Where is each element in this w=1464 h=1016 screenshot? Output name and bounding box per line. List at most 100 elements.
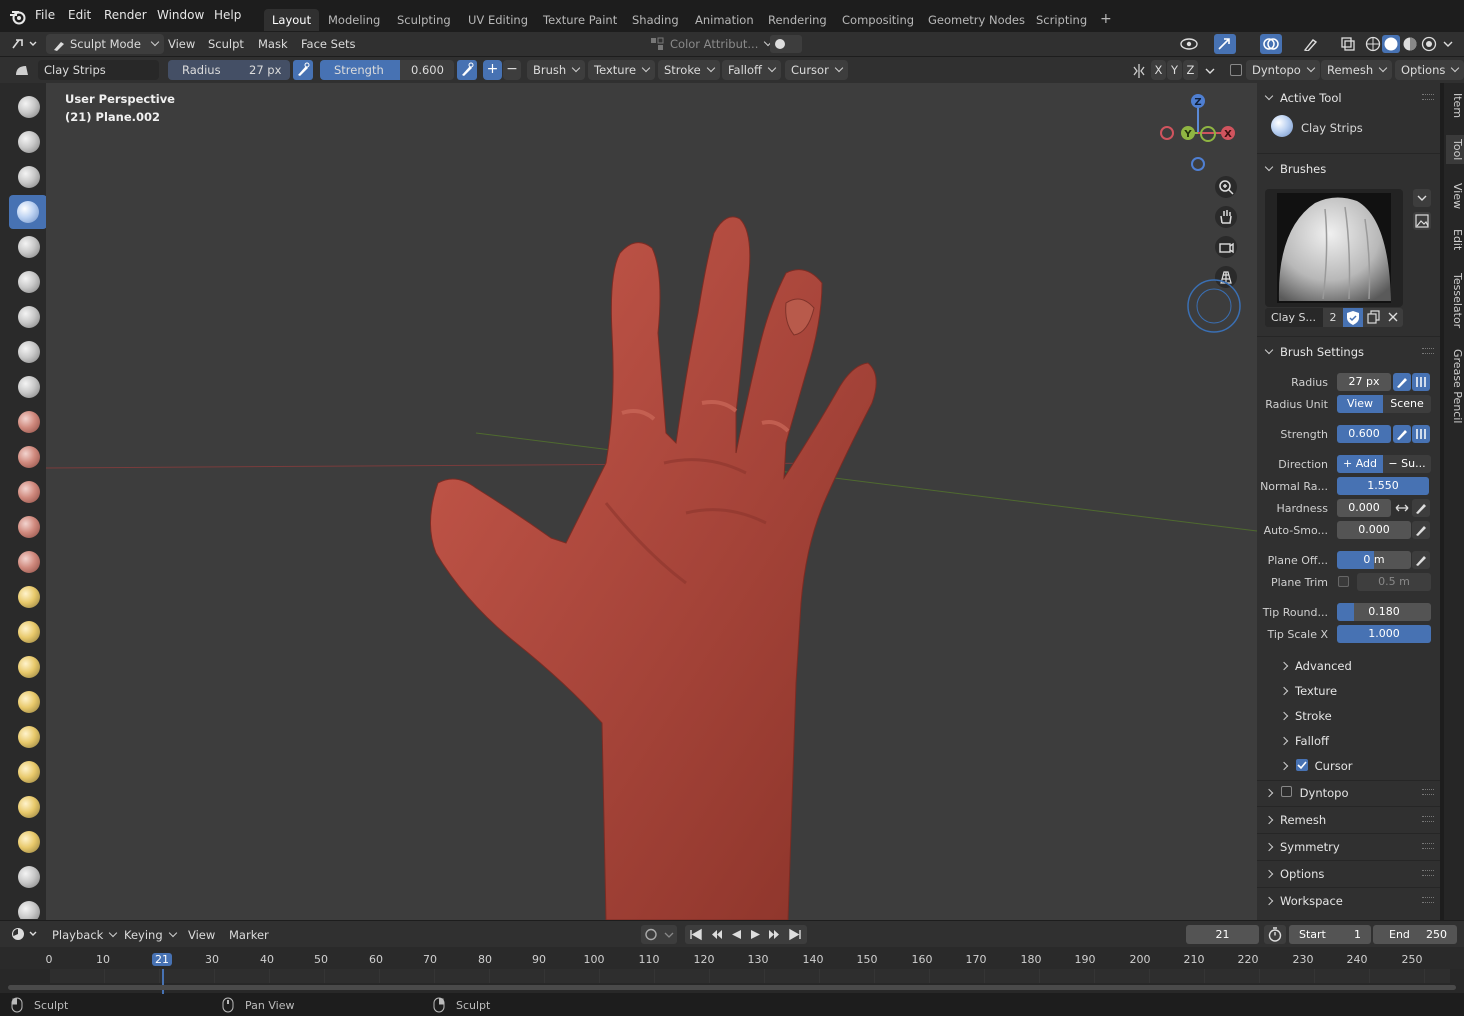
zoom-button[interactable] bbox=[1215, 176, 1237, 198]
navigation-gizmo[interactable]: Z X Y bbox=[1151, 91, 1243, 183]
direction-add-toggle[interactable]: + Add bbox=[1337, 455, 1383, 473]
brush-slot-name-field[interactable]: Clay S... bbox=[1265, 308, 1323, 327]
symmetry-x-button[interactable]: X bbox=[1151, 60, 1166, 80]
strength-setting-jitter[interactable] bbox=[1412, 425, 1430, 443]
cursor-checkbox[interactable] bbox=[1296, 759, 1308, 771]
color-attribute-toggle[interactable] bbox=[770, 35, 802, 53]
menu-window[interactable]: Window bbox=[157, 8, 204, 22]
section-symmetry[interactable]: Symmetry bbox=[1266, 840, 1340, 854]
preview-range-toggle[interactable] bbox=[1264, 925, 1286, 944]
end-frame-field[interactable]: End 250 bbox=[1373, 925, 1457, 944]
tab-animation[interactable]: Animation bbox=[687, 9, 762, 31]
panel-grip-icon[interactable] bbox=[1422, 897, 1434, 903]
tool-blob[interactable] bbox=[10, 335, 46, 369]
panel-grip-icon[interactable] bbox=[1422, 789, 1434, 795]
stroke-dropdown[interactable]: Stroke bbox=[658, 60, 720, 80]
brush-settings-header[interactable]: Brush Settings bbox=[1266, 345, 1364, 359]
sidebar-tab-item[interactable]: Item bbox=[1446, 89, 1464, 122]
panel-grip-icon[interactable] bbox=[1422, 870, 1434, 876]
strength-setting-pressure[interactable] bbox=[1393, 425, 1411, 443]
tab-compositing[interactable]: Compositing bbox=[834, 9, 922, 31]
tab-layout[interactable]: Layout bbox=[264, 9, 320, 31]
view-menu[interactable]: View bbox=[168, 37, 195, 51]
playback-menu[interactable]: Playback bbox=[52, 928, 116, 942]
subsection-advanced[interactable]: Advanced bbox=[1281, 659, 1352, 673]
strength-pressure-toggle[interactable] bbox=[457, 60, 477, 80]
tool-pose[interactable] bbox=[10, 755, 46, 789]
remesh-dropdown[interactable]: Remesh bbox=[1321, 60, 1393, 80]
tool-flatten[interactable] bbox=[10, 440, 46, 474]
sculpt-menu[interactable]: Sculpt bbox=[208, 37, 244, 51]
tab-uv-editing[interactable]: UV Editing bbox=[460, 9, 536, 31]
overlays-toggle-button[interactable] bbox=[1260, 34, 1282, 54]
timeline-view-menu[interactable]: View bbox=[188, 928, 215, 942]
falloff-dropdown[interactable]: Falloff bbox=[722, 60, 781, 80]
symmetry-y-button[interactable]: Y bbox=[1167, 60, 1182, 80]
section-dyntopo[interactable]: Dyntopo bbox=[1266, 786, 1349, 800]
auto-smooth-pressure[interactable] bbox=[1412, 521, 1430, 539]
start-frame-field[interactable]: Start 1 bbox=[1289, 925, 1371, 944]
radius-unit-scene-button[interactable]: Scene bbox=[1383, 395, 1431, 413]
plane-trim-field[interactable]: 0.5 m bbox=[1357, 573, 1431, 591]
radius-setting-pressure[interactable] bbox=[1393, 373, 1411, 391]
tab-shading[interactable]: Shading bbox=[624, 9, 687, 31]
tab-geometry-nodes[interactable]: Geometry Nodes bbox=[920, 9, 1033, 31]
gizmo-toggle-button[interactable] bbox=[1214, 34, 1236, 54]
radius-slider[interactable]: Radius 27 px bbox=[168, 60, 290, 80]
direction-subtract-toggle[interactable]: − Su... bbox=[1383, 455, 1431, 473]
tool-grab[interactable] bbox=[10, 615, 46, 649]
options-dropdown[interactable]: Options bbox=[1395, 60, 1464, 80]
tab-scripting[interactable]: Scripting bbox=[1028, 9, 1095, 31]
radius-unit-view-button[interactable]: View bbox=[1337, 395, 1383, 413]
fake-user-toggle[interactable] bbox=[1343, 308, 1363, 327]
strength-setting-field[interactable]: 0.600 bbox=[1337, 425, 1391, 443]
section-options[interactable]: Options bbox=[1266, 867, 1324, 881]
tool-boundary[interactable] bbox=[10, 895, 46, 919]
tool-fill[interactable] bbox=[10, 475, 46, 509]
tool-crease[interactable] bbox=[10, 370, 46, 404]
tab-texture-paint[interactable]: Texture Paint bbox=[535, 9, 625, 31]
brush-list-dropdown-button[interactable] bbox=[1413, 189, 1431, 207]
camera-view-button[interactable] bbox=[1215, 236, 1237, 258]
sidebar-tab-view[interactable]: View bbox=[1446, 179, 1464, 213]
hardness-pressure[interactable] bbox=[1412, 499, 1430, 517]
sidebar-tab-grease-pencil[interactable]: Grease Pencil bbox=[1446, 345, 1464, 427]
tab-sculpting[interactable]: Sculpting bbox=[389, 9, 459, 31]
tool-layer[interactable] bbox=[10, 265, 46, 299]
timeline-editor-type-icon[interactable] bbox=[10, 926, 40, 942]
tab-rendering[interactable]: Rendering bbox=[760, 9, 835, 31]
brush-name-field[interactable]: Clay Strips bbox=[38, 60, 159, 80]
tool-rotate[interactable] bbox=[10, 825, 46, 859]
cursor-dropdown[interactable]: Cursor bbox=[785, 60, 848, 80]
direction-add-button[interactable]: + bbox=[483, 60, 502, 80]
shading-options-chevron-icon[interactable] bbox=[1442, 40, 1454, 48]
tool-draw[interactable] bbox=[10, 90, 46, 124]
tool-pinch[interactable] bbox=[10, 580, 46, 614]
tool-thumb[interactable] bbox=[10, 720, 46, 754]
normal-radius-field[interactable]: 1.550 bbox=[1337, 477, 1429, 495]
tool-snake-hook[interactable] bbox=[10, 685, 46, 719]
section-remesh[interactable]: Remesh bbox=[1266, 813, 1326, 827]
sidebar-tab-tool[interactable]: Tool bbox=[1446, 135, 1464, 165]
timeline-scrollbar[interactable] bbox=[8, 985, 1456, 990]
gizmo-neg-x-axis[interactable] bbox=[1160, 126, 1174, 140]
tool-nudge[interactable] bbox=[10, 790, 46, 824]
radius-setting-jitter[interactable] bbox=[1412, 373, 1430, 391]
strength-slider[interactable]: Strength 0.600 bbox=[320, 60, 454, 80]
panel-grip-icon[interactable] bbox=[1422, 816, 1434, 822]
brush-preview-thumbnail[interactable] bbox=[1265, 189, 1403, 307]
menu-file[interactable]: File bbox=[35, 8, 55, 22]
menu-edit[interactable]: Edit bbox=[68, 8, 91, 22]
section-workspace[interactable]: Workspace bbox=[1266, 894, 1343, 908]
sidebar-tab-edit[interactable]: Edit bbox=[1446, 225, 1464, 254]
gizmo-neg-z-axis[interactable] bbox=[1191, 157, 1205, 171]
3d-viewport[interactable]: User Perspective (21) Plane.002 Z X Y bbox=[46, 83, 1257, 920]
plane-trim-checkbox[interactable] bbox=[1338, 576, 1349, 587]
add-workspace-button[interactable]: + bbox=[1092, 7, 1120, 29]
panel-grip-icon[interactable] bbox=[1422, 843, 1434, 849]
blender-logo-icon[interactable] bbox=[9, 9, 27, 25]
tool-clay[interactable] bbox=[10, 160, 46, 194]
tool-smooth[interactable] bbox=[10, 405, 46, 439]
dyntopo-dropdown[interactable]: Dyntopo bbox=[1246, 60, 1320, 80]
visibility-eye-icon[interactable] bbox=[1180, 37, 1198, 51]
